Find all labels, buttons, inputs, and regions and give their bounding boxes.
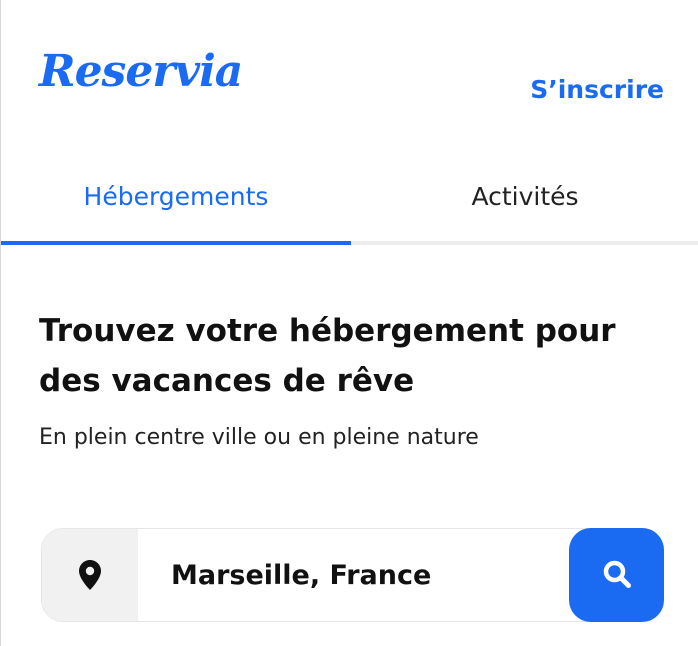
tab-activites[interactable]: Activités xyxy=(351,160,698,245)
location-icon-box xyxy=(42,529,138,621)
search-icon xyxy=(602,559,632,592)
page: Reservia S’inscrire Hébergements Activit… xyxy=(0,0,698,646)
top-header: Reservia S’inscrire xyxy=(1,0,698,160)
tab-label: Activités xyxy=(471,182,579,211)
tab-label: Hébergements xyxy=(83,182,269,211)
location-pin-icon xyxy=(79,560,101,590)
page-subtitle: En plein centre ville ou en pleine natur… xyxy=(39,425,479,450)
logo[interactable]: Reservia xyxy=(39,50,243,94)
page-title: Trouvez votre hébergement pour des vacan… xyxy=(39,313,616,399)
search-button[interactable] xyxy=(569,528,664,622)
category-tabs: Hébergements Activités xyxy=(1,160,698,245)
tab-hebergements[interactable]: Hébergements xyxy=(1,160,351,245)
search-bar xyxy=(41,528,664,622)
signup-link[interactable]: S’inscrire xyxy=(530,75,664,104)
